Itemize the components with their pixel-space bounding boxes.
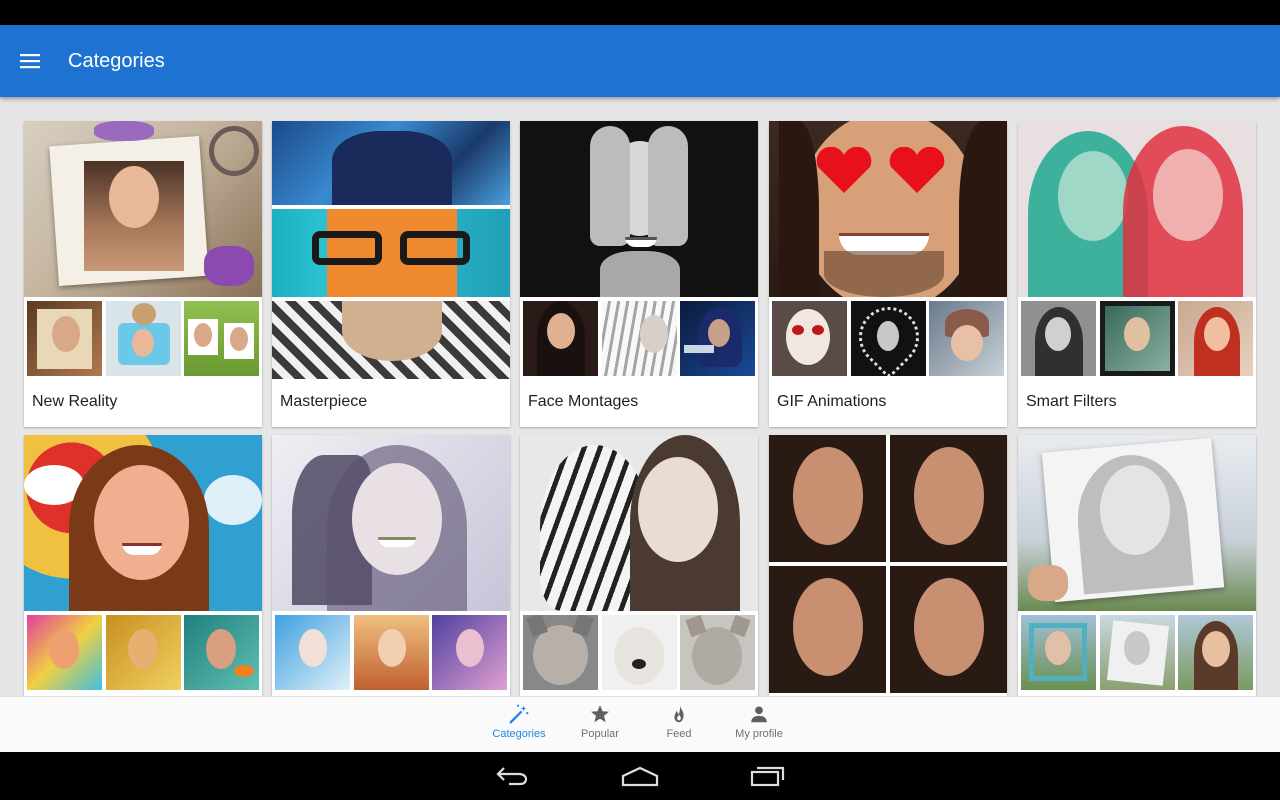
card-hero-image [24,435,262,611]
card-hero-image [272,121,510,379]
menu-button[interactable] [12,43,48,79]
category-card-smart-filters[interactable]: Smart Filters [1018,121,1256,427]
thumbnail [1178,301,1253,376]
thumbnail [184,615,259,690]
card-hero-image [272,435,510,611]
system-navigation-bar [0,752,1280,800]
card-hero-image [1018,121,1256,297]
card-label: Smart Filters [1026,393,1117,410]
tab-label: Feed [666,728,692,740]
bottom-navigation: Categories Popular Feed My profile [0,696,1280,752]
card-label: Masterpiece [280,393,368,410]
card-thumbnails [272,612,510,693]
thumbnail [1178,615,1253,690]
card-thumbnails [520,612,758,693]
tab-label: My profile [735,728,783,740]
card-thumbnails [24,298,262,379]
thumbnail [184,301,259,376]
thumbnail [850,301,926,376]
category-card-face-montages[interactable]: Face Montages [520,121,758,427]
magic-wand-icon [509,704,529,724]
thumbnail [680,301,755,376]
tab-feed[interactable]: Feed [639,703,719,749]
tab-categories[interactable]: Categories [479,703,559,749]
card-hero-image [1018,435,1256,611]
thumbnail [601,301,677,376]
thumbnail [523,301,598,376]
tab-label: Popular [581,728,619,740]
card-label: New Reality [32,393,118,410]
card-thumbnails [24,612,262,693]
card-label: Face Montages [528,393,639,410]
app-bar: Categories [0,25,1280,97]
card-hero-image [769,435,1007,693]
card-hero-image [520,121,758,297]
card-hero-image [24,121,262,297]
category-card-new-reality[interactable]: New Reality [24,121,262,427]
back-arrow-icon [496,767,528,786]
star-icon [591,705,609,723]
category-grid: New Reality Masterpiece Face Montages GI… [0,97,1280,696]
category-card[interactable] [520,435,758,696]
tab-popular[interactable]: Popular [560,703,640,749]
card-hero-image [520,435,758,611]
thumbnail [601,615,677,690]
home-icon [621,766,659,787]
recent-apps-icon [750,766,785,787]
category-card-masterpiece[interactable]: Masterpiece [272,121,510,427]
status-bar [0,0,1280,25]
category-card-gif-animations[interactable]: GIF Animations [769,121,1007,427]
card-hero-image [769,121,1007,297]
thumbnail [929,301,1004,376]
page-title: Categories [68,49,165,72]
thumbnail [27,615,102,690]
card-thumbnails [1018,612,1256,693]
tab-my-profile[interactable]: My profile [719,703,799,749]
thumbnail [105,615,181,690]
category-card[interactable] [272,435,510,696]
thumbnail [275,615,350,690]
thumbnail [105,301,181,376]
card-thumbnails [520,298,758,379]
flame-icon [674,704,684,723]
category-card[interactable] [24,435,262,696]
thumbnail [432,615,507,690]
category-card[interactable] [769,435,1007,696]
thumbnail [772,301,847,376]
thumbnail [27,301,102,376]
tab-label: Categories [492,728,546,740]
hamburger-menu-icon [20,54,40,69]
thumbnail [680,615,755,690]
card-thumbnails [769,298,1007,379]
person-icon [751,706,767,723]
card-label: GIF Animations [777,393,887,410]
thumbnail [523,615,598,690]
thumbnail [353,615,429,690]
category-card[interactable] [1018,435,1256,696]
thumbnail [1021,301,1096,376]
thumbnail [1021,615,1096,690]
card-thumbnails [1018,298,1256,379]
home-button[interactable] [610,760,670,792]
thumbnail [1099,615,1175,690]
thumbnail [1099,301,1175,376]
recent-apps-button[interactable] [738,760,798,792]
back-button[interactable] [482,760,542,792]
